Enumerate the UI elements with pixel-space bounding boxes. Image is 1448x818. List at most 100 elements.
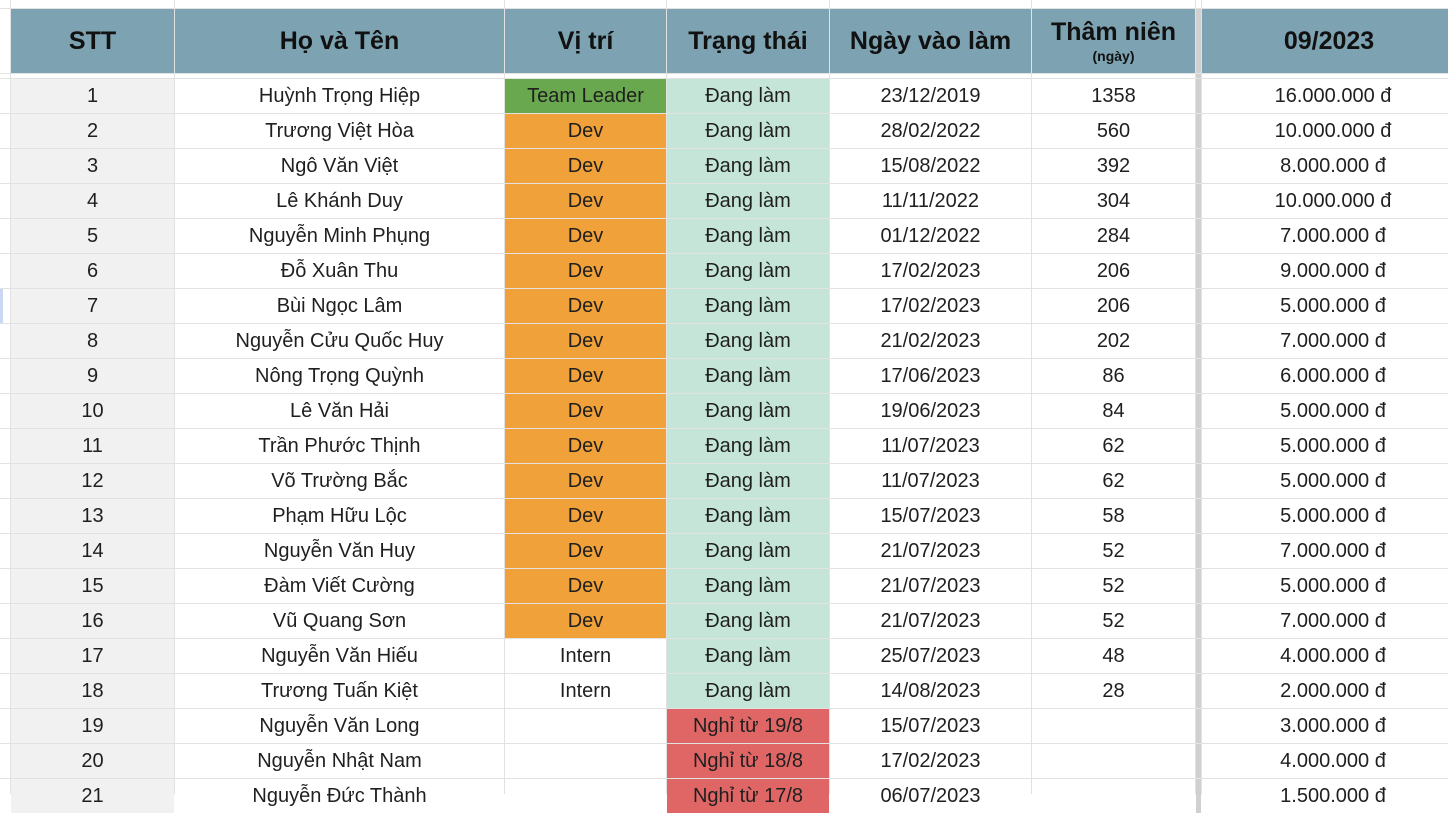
cell-salary[interactable]: 2.000.000 đ: [1202, 674, 1448, 708]
top-strip-cell[interactable]: [505, 0, 666, 8]
cell-position[interactable]: Dev: [505, 359, 666, 393]
row-edge-cell[interactable]: [0, 709, 10, 743]
row-edge-cell[interactable]: [0, 429, 10, 463]
cell-start-date[interactable]: 17/02/2023: [830, 744, 1031, 778]
cell-salary[interactable]: 1.500.000 đ: [1202, 779, 1448, 813]
cell-status[interactable]: Đang làm: [667, 79, 829, 113]
cell-status[interactable]: Nghỉ từ 18/8: [667, 744, 829, 778]
row-edge-cell[interactable]: [0, 464, 10, 498]
row-edge-cell[interactable]: [0, 499, 10, 533]
cell-salary[interactable]: 5.000.000 đ: [1202, 569, 1448, 603]
cell-name[interactable]: Phạm Hữu Lộc: [175, 499, 504, 533]
cell-start-date[interactable]: 15/07/2023: [830, 499, 1031, 533]
cell-salary[interactable]: 4.000.000 đ: [1202, 744, 1448, 778]
cell-stt[interactable]: 20: [11, 744, 174, 778]
top-strip-cell[interactable]: [667, 0, 829, 8]
row-edge-cell[interactable]: [0, 604, 10, 638]
cell-start-date[interactable]: 17/02/2023: [830, 254, 1031, 288]
top-strip-cell[interactable]: [11, 0, 174, 8]
row-edge-cell[interactable]: [0, 779, 10, 813]
row-edge-cell[interactable]: [0, 359, 10, 393]
cell-name[interactable]: Lê Khánh Duy: [175, 184, 504, 218]
cell-name[interactable]: Nguyễn Cửu Quốc Huy: [175, 324, 504, 358]
cell-salary[interactable]: 10.000.000 đ: [1202, 184, 1448, 218]
cell-position[interactable]: [505, 709, 666, 743]
row-edge-cell[interactable]: [0, 79, 10, 113]
header-month[interactable]: 09/2023: [1202, 9, 1448, 73]
cell-salary[interactable]: 4.000.000 đ: [1202, 639, 1448, 673]
cell-start-date[interactable]: 01/12/2022: [830, 219, 1031, 253]
header-seniority[interactable]: Thâm niên (ngày): [1032, 9, 1195, 73]
top-strip-cell[interactable]: [1032, 0, 1195, 8]
cell-stt[interactable]: 13: [11, 499, 174, 533]
cell-name[interactable]: Lê Văn Hải: [175, 394, 504, 428]
cell-seniority[interactable]: 28: [1032, 674, 1195, 708]
cell-stt[interactable]: 1: [11, 79, 174, 113]
cell-status[interactable]: Nghỉ từ 17/8: [667, 779, 829, 813]
cell-position[interactable]: [505, 779, 666, 813]
cell-stt[interactable]: 16: [11, 604, 174, 638]
cell-salary[interactable]: 8.000.000 đ: [1202, 149, 1448, 183]
cell-start-date[interactable]: 19/06/2023: [830, 394, 1031, 428]
row-edge-cell[interactable]: [0, 9, 10, 73]
cell-status[interactable]: Đang làm: [667, 674, 829, 708]
cell-position[interactable]: Dev: [505, 464, 666, 498]
cell-start-date[interactable]: 17/06/2023: [830, 359, 1031, 393]
cell-name[interactable]: Trương Tuấn Kiệt: [175, 674, 504, 708]
cell-name[interactable]: Trương Việt Hòa: [175, 114, 504, 148]
cell-name[interactable]: Nguyễn Văn Huy: [175, 534, 504, 568]
cell-start-date[interactable]: 17/02/2023: [830, 289, 1031, 323]
cell-seniority[interactable]: 206: [1032, 289, 1195, 323]
cell-name[interactable]: Nguyễn Văn Long: [175, 709, 504, 743]
cell-status[interactable]: Đang làm: [667, 534, 829, 568]
cell-seniority[interactable]: 62: [1032, 429, 1195, 463]
cell-stt[interactable]: 15: [11, 569, 174, 603]
top-strip-cell[interactable]: [1196, 0, 1201, 8]
cell-seniority[interactable]: 560: [1032, 114, 1195, 148]
cell-salary[interactable]: 10.000.000 đ: [1202, 114, 1448, 148]
cell-position[interactable]: Dev: [505, 114, 666, 148]
cell-seniority[interactable]: [1032, 779, 1195, 813]
cell-position[interactable]: Dev: [505, 254, 666, 288]
cell-status[interactable]: Đang làm: [667, 254, 829, 288]
cell-seniority[interactable]: [1032, 744, 1195, 778]
cell-stt[interactable]: 18: [11, 674, 174, 708]
cell-start-date[interactable]: 11/11/2022: [830, 184, 1031, 218]
cell-stt[interactable]: 4: [11, 184, 174, 218]
cell-stt[interactable]: 8: [11, 324, 174, 358]
row-edge-cell[interactable]: [0, 674, 10, 708]
cell-seniority[interactable]: 48: [1032, 639, 1195, 673]
row-edge-cell[interactable]: [0, 324, 10, 358]
cell-name[interactable]: Nguyễn Văn Hiếu: [175, 639, 504, 673]
cell-start-date[interactable]: 06/07/2023: [830, 779, 1031, 813]
cell-start-date[interactable]: 21/07/2023: [830, 604, 1031, 638]
cell-start-date[interactable]: 21/02/2023: [830, 324, 1031, 358]
cell-seniority[interactable]: 206: [1032, 254, 1195, 288]
cell-position[interactable]: Intern: [505, 639, 666, 673]
header-name[interactable]: Họ và Tên: [175, 9, 504, 73]
cell-salary[interactable]: 5.000.000 đ: [1202, 394, 1448, 428]
cell-seniority[interactable]: 392: [1032, 149, 1195, 183]
cell-seniority[interactable]: 62: [1032, 464, 1195, 498]
cell-position[interactable]: Team Leader: [505, 79, 666, 113]
cell-stt[interactable]: 17: [11, 639, 174, 673]
cell-seniority[interactable]: 304: [1032, 184, 1195, 218]
cell-name[interactable]: Ngô Văn Việt: [175, 149, 504, 183]
cell-salary[interactable]: 3.000.000 đ: [1202, 709, 1448, 743]
cell-stt[interactable]: 3: [11, 149, 174, 183]
cell-stt[interactable]: 21: [11, 779, 174, 813]
cell-position[interactable]: Dev: [505, 324, 666, 358]
cell-start-date[interactable]: 25/07/2023: [830, 639, 1031, 673]
row-edge-cell[interactable]: [0, 289, 10, 323]
cell-stt[interactable]: 19: [11, 709, 174, 743]
cell-name[interactable]: Nguyễn Đức Thành: [175, 779, 504, 813]
cell-name[interactable]: Trần Phước Thịnh: [175, 429, 504, 463]
row-edge-cell[interactable]: [0, 184, 10, 218]
cell-stt[interactable]: 9: [11, 359, 174, 393]
cell-position[interactable]: Dev: [505, 569, 666, 603]
cell-start-date[interactable]: 21/07/2023: [830, 569, 1031, 603]
row-edge-cell[interactable]: [0, 219, 10, 253]
cell-salary[interactable]: 7.000.000 đ: [1202, 324, 1448, 358]
cell-seniority[interactable]: 1358: [1032, 79, 1195, 113]
cell-status[interactable]: Đang làm: [667, 464, 829, 498]
